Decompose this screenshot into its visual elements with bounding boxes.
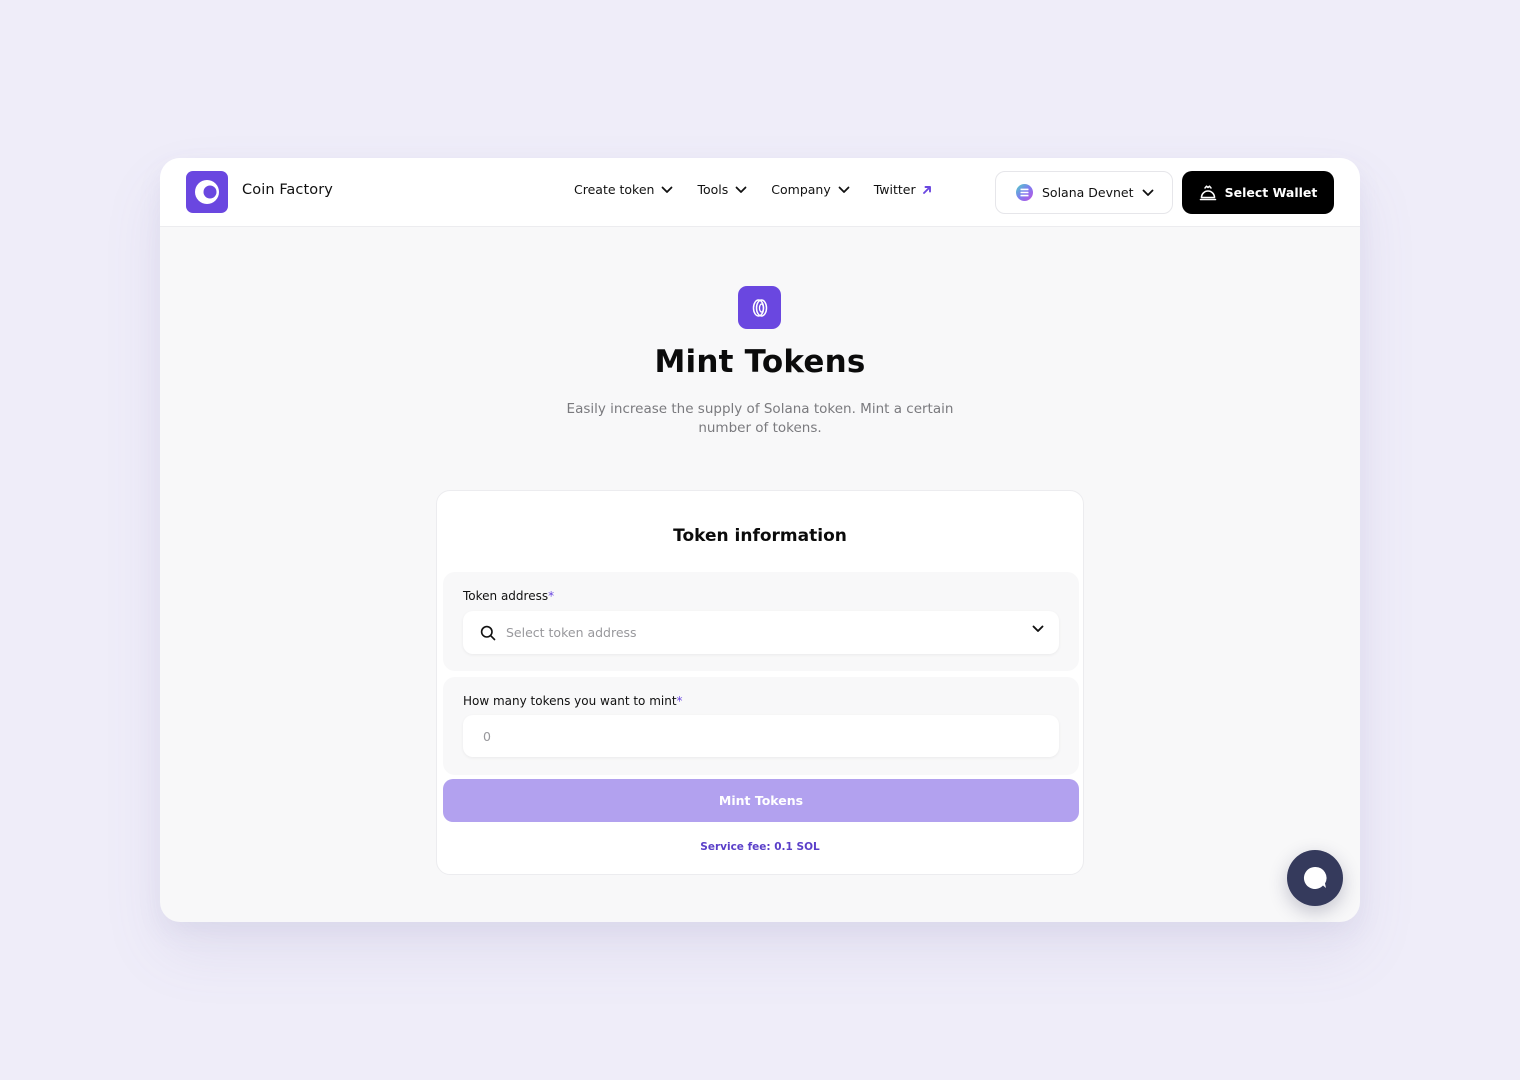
external-arrow-icon bbox=[922, 185, 932, 195]
solana-icon bbox=[1016, 184, 1033, 201]
mint-amount-label: How many tokens you want to mint* bbox=[463, 694, 683, 708]
chat-support-button[interactable] bbox=[1287, 850, 1343, 906]
top-navbar: Coin Factory Create token Tools Company bbox=[160, 158, 1360, 227]
select-wallet-button[interactable]: Select Wallet bbox=[1182, 171, 1334, 214]
chevron-down-icon[interactable] bbox=[1032, 625, 1044, 633]
nav-item-label: Twitter bbox=[873, 182, 916, 197]
mint-amount-input[interactable]: 0 bbox=[463, 715, 1059, 757]
chevron-down-icon bbox=[838, 186, 850, 194]
nav-links: Create token Tools Company Twitter bbox=[574, 182, 956, 197]
token-address-label-text: Token address bbox=[463, 589, 549, 603]
nav-item-label: Create token bbox=[574, 182, 655, 197]
select-wallet-label: Select Wallet bbox=[1224, 185, 1318, 200]
mint-tokens-button[interactable]: Mint Tokens bbox=[443, 779, 1079, 822]
nav-item-label: Tools bbox=[697, 182, 729, 197]
card-title: Token information bbox=[673, 526, 847, 546]
brand-name[interactable]: Coin Factory bbox=[242, 182, 333, 198]
nav-item-create-token[interactable]: Create token bbox=[574, 182, 673, 197]
chevron-down-icon bbox=[1142, 189, 1154, 197]
page-title: Mint Tokens bbox=[654, 344, 866, 380]
chevron-down-icon bbox=[661, 186, 673, 194]
coin-factory-logo-icon[interactable] bbox=[186, 171, 228, 213]
wallet-bell-icon bbox=[1199, 184, 1217, 201]
mint-amount-placeholder: 0 bbox=[483, 728, 491, 744]
token-address-label: Token address* bbox=[463, 589, 554, 603]
chevron-down-icon bbox=[735, 186, 747, 194]
nav-item-label: Company bbox=[771, 182, 831, 197]
service-fee-text: Service fee: 0.1 SOL bbox=[700, 841, 820, 853]
chat-bubble-icon bbox=[1302, 865, 1328, 891]
token-address-placeholder: Select token address bbox=[506, 625, 637, 640]
token-address-group: Token address* Select token address bbox=[443, 572, 1079, 671]
mint-amount-label-text: How many tokens you want to mint bbox=[463, 694, 677, 708]
network-label: Solana Devnet bbox=[1042, 185, 1134, 200]
required-mark: * bbox=[548, 589, 555, 603]
search-icon bbox=[480, 625, 496, 641]
nav-item-twitter[interactable]: Twitter bbox=[874, 182, 932, 197]
token-information-card: Token information Token address* Select … bbox=[436, 490, 1084, 875]
token-address-select[interactable]: Select token address bbox=[463, 611, 1059, 654]
required-mark: * bbox=[676, 694, 683, 708]
mint-amount-group: How many tokens you want to mint* 0 bbox=[443, 677, 1079, 775]
network-selector-button[interactable]: Solana Devnet bbox=[995, 171, 1173, 214]
page-subtitle: Easily increase the supply of Solana tok… bbox=[566, 401, 954, 436]
nav-item-company[interactable]: Company bbox=[771, 182, 850, 197]
nav-item-tools[interactable]: Tools bbox=[697, 182, 747, 197]
app-window: Coin Factory Create token Tools Company bbox=[160, 158, 1360, 922]
coin-icon bbox=[738, 286, 781, 329]
